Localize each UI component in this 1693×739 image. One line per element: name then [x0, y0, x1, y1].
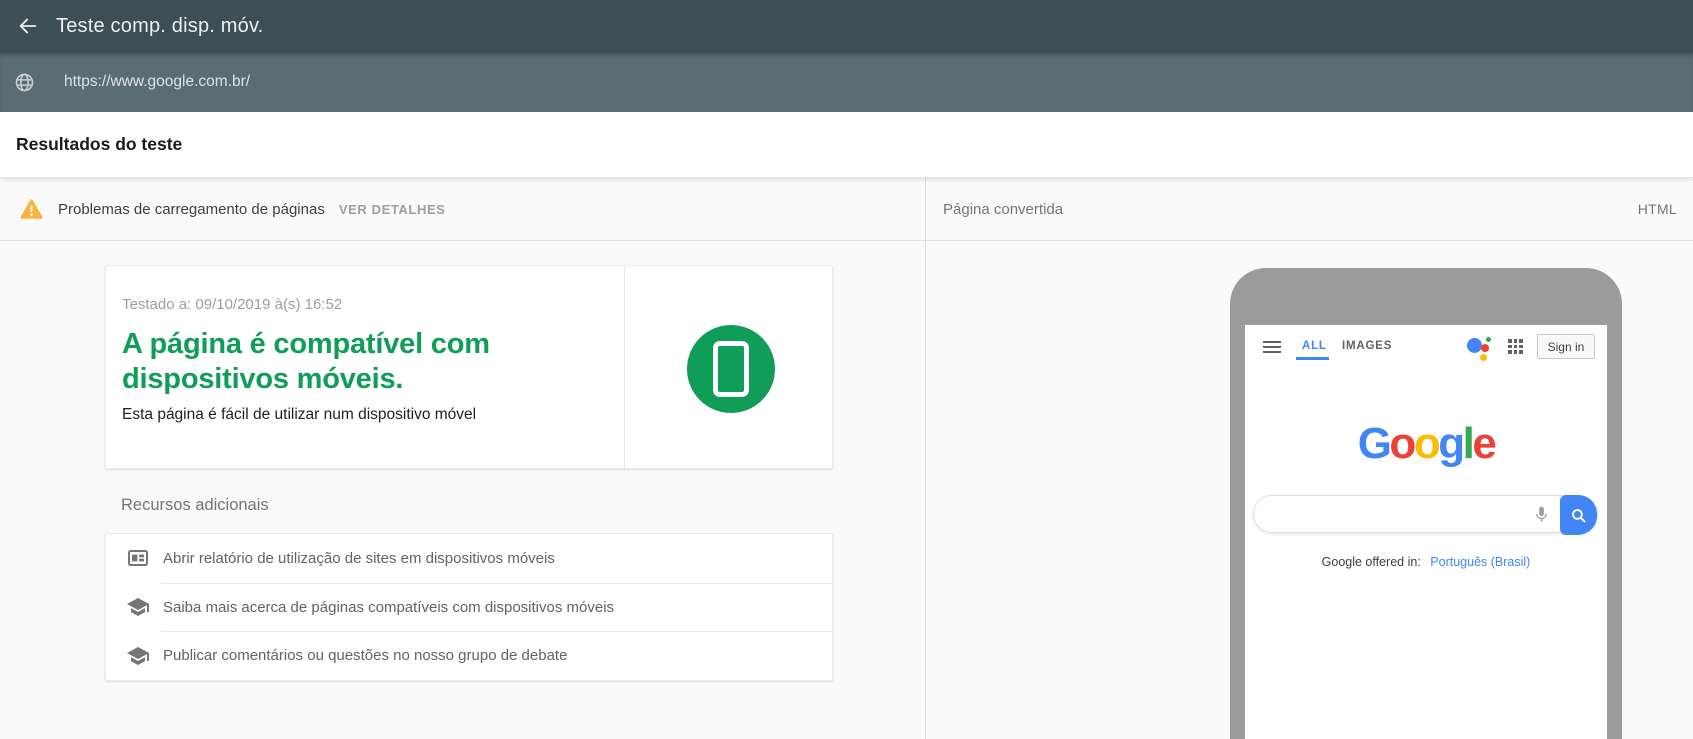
result-card-text: Testado a: 09/10/2019 à(s) 16:52 A págin…	[106, 266, 624, 468]
offered-in-language-link: Português (Brasil)	[1430, 555, 1531, 569]
resource-link-mobile-usability-report[interactable]: Abrir relatório de utilização de sites e…	[106, 534, 832, 583]
results-header-bar: Resultados do teste	[0, 112, 1693, 178]
mobile-friendly-phone-icon	[713, 341, 749, 397]
verdict-description: Esta página é fácil de utilizar num disp…	[122, 406, 477, 423]
school-icon	[127, 598, 149, 616]
active-tab-underline	[1296, 357, 1329, 360]
results-panel: Problemas de carregamento de páginas VER…	[0, 178, 925, 739]
tested-url: https://www.google.com.br/	[64, 73, 251, 90]
row-divider	[161, 582, 832, 584]
row-divider	[161, 631, 832, 633]
results-title: Resultados do teste	[16, 134, 183, 154]
phone-screen: ALL IMAGES Sign in Google Google offered…	[1245, 325, 1607, 739]
search-icon	[1572, 508, 1586, 522]
rendered-page-header: Página convertida HTML	[925, 178, 1693, 241]
main-content: Problemas de carregamento de páginas VER…	[0, 178, 1693, 739]
resource-link-learn-more[interactable]: Saiba mais acerca de páginas compatíveis…	[106, 582, 832, 632]
menu-icon	[1263, 341, 1281, 353]
app-title: Teste comp. disp. móv.	[56, 14, 264, 37]
sign-in-label: Sign in	[1547, 339, 1585, 354]
google-logo: Google	[1357, 419, 1497, 468]
card-divider	[624, 266, 625, 468]
html-tab-link[interactable]: HTML	[1638, 201, 1677, 217]
app-header-bar: Teste comp. disp. móv.	[0, 0, 1693, 52]
resources-card: Abrir relatório de utilização de sites e…	[105, 533, 833, 681]
warning-label: Problemas de carregamento de páginas	[58, 200, 325, 218]
preview-sign-in-button: Sign in	[1537, 334, 1595, 359]
back-arrow-icon	[19, 18, 37, 34]
resource-link-label: Saiba mais acerca de páginas compatíveis…	[163, 598, 615, 616]
mobile-friendly-badge	[687, 325, 775, 413]
google-offered-in: Google offered in: Português (Brasil)	[1245, 555, 1607, 569]
school-icon	[127, 646, 149, 665]
resource-link-discussion-group[interactable]: Publicar comentários ou questões no noss…	[106, 631, 832, 680]
offered-in-prefix: Google offered in:	[1321, 555, 1421, 569]
globe-icon	[15, 73, 34, 91]
web-report-icon	[128, 550, 148, 567]
mobile-friendly-test-app: Teste comp. disp. móv. https://www.googl…	[0, 0, 1693, 739]
rendered-page-panel: Página convertida HTML ALL IMAGES Sign i…	[925, 178, 1693, 739]
google-assistant-icon	[1467, 335, 1493, 361]
warning-row: Problemas de carregamento de páginas VER…	[0, 178, 925, 241]
resources-title: Recursos adicionais	[121, 496, 269, 514]
resource-link-label: Publicar comentários ou questões no noss…	[163, 647, 568, 665]
rendered-page-title: Página convertida	[943, 200, 1064, 218]
preview-search-button	[1560, 495, 1597, 535]
google-apps-icon	[1508, 339, 1524, 355]
verdict-heading: A página é compatível com dispositivos m…	[122, 328, 490, 395]
url-bar: https://www.google.com.br/	[0, 52, 1693, 112]
phone-mockup: ALL IMAGES Sign in Google Google offered…	[1230, 268, 1622, 739]
back-button[interactable]	[15, 13, 41, 39]
preview-google-toolbar: ALL IMAGES Sign in	[1245, 325, 1607, 369]
panel-divider	[925, 178, 926, 739]
preview-search-box	[1253, 495, 1598, 535]
preview-tab-all: ALL	[1302, 340, 1327, 352]
resource-link-label: Abrir relatório de utilização de sites e…	[163, 549, 555, 567]
result-card: Testado a: 09/10/2019 à(s) 16:52 A págin…	[105, 265, 833, 469]
warning-triangle-icon	[20, 199, 43, 219]
preview-tab-images: IMAGES	[1342, 340, 1393, 352]
tested-timestamp: Testado a: 09/10/2019 à(s) 16:52	[122, 296, 343, 313]
view-details-link[interactable]: VER DETALHES	[339, 202, 446, 217]
mic-icon	[1535, 506, 1548, 522]
